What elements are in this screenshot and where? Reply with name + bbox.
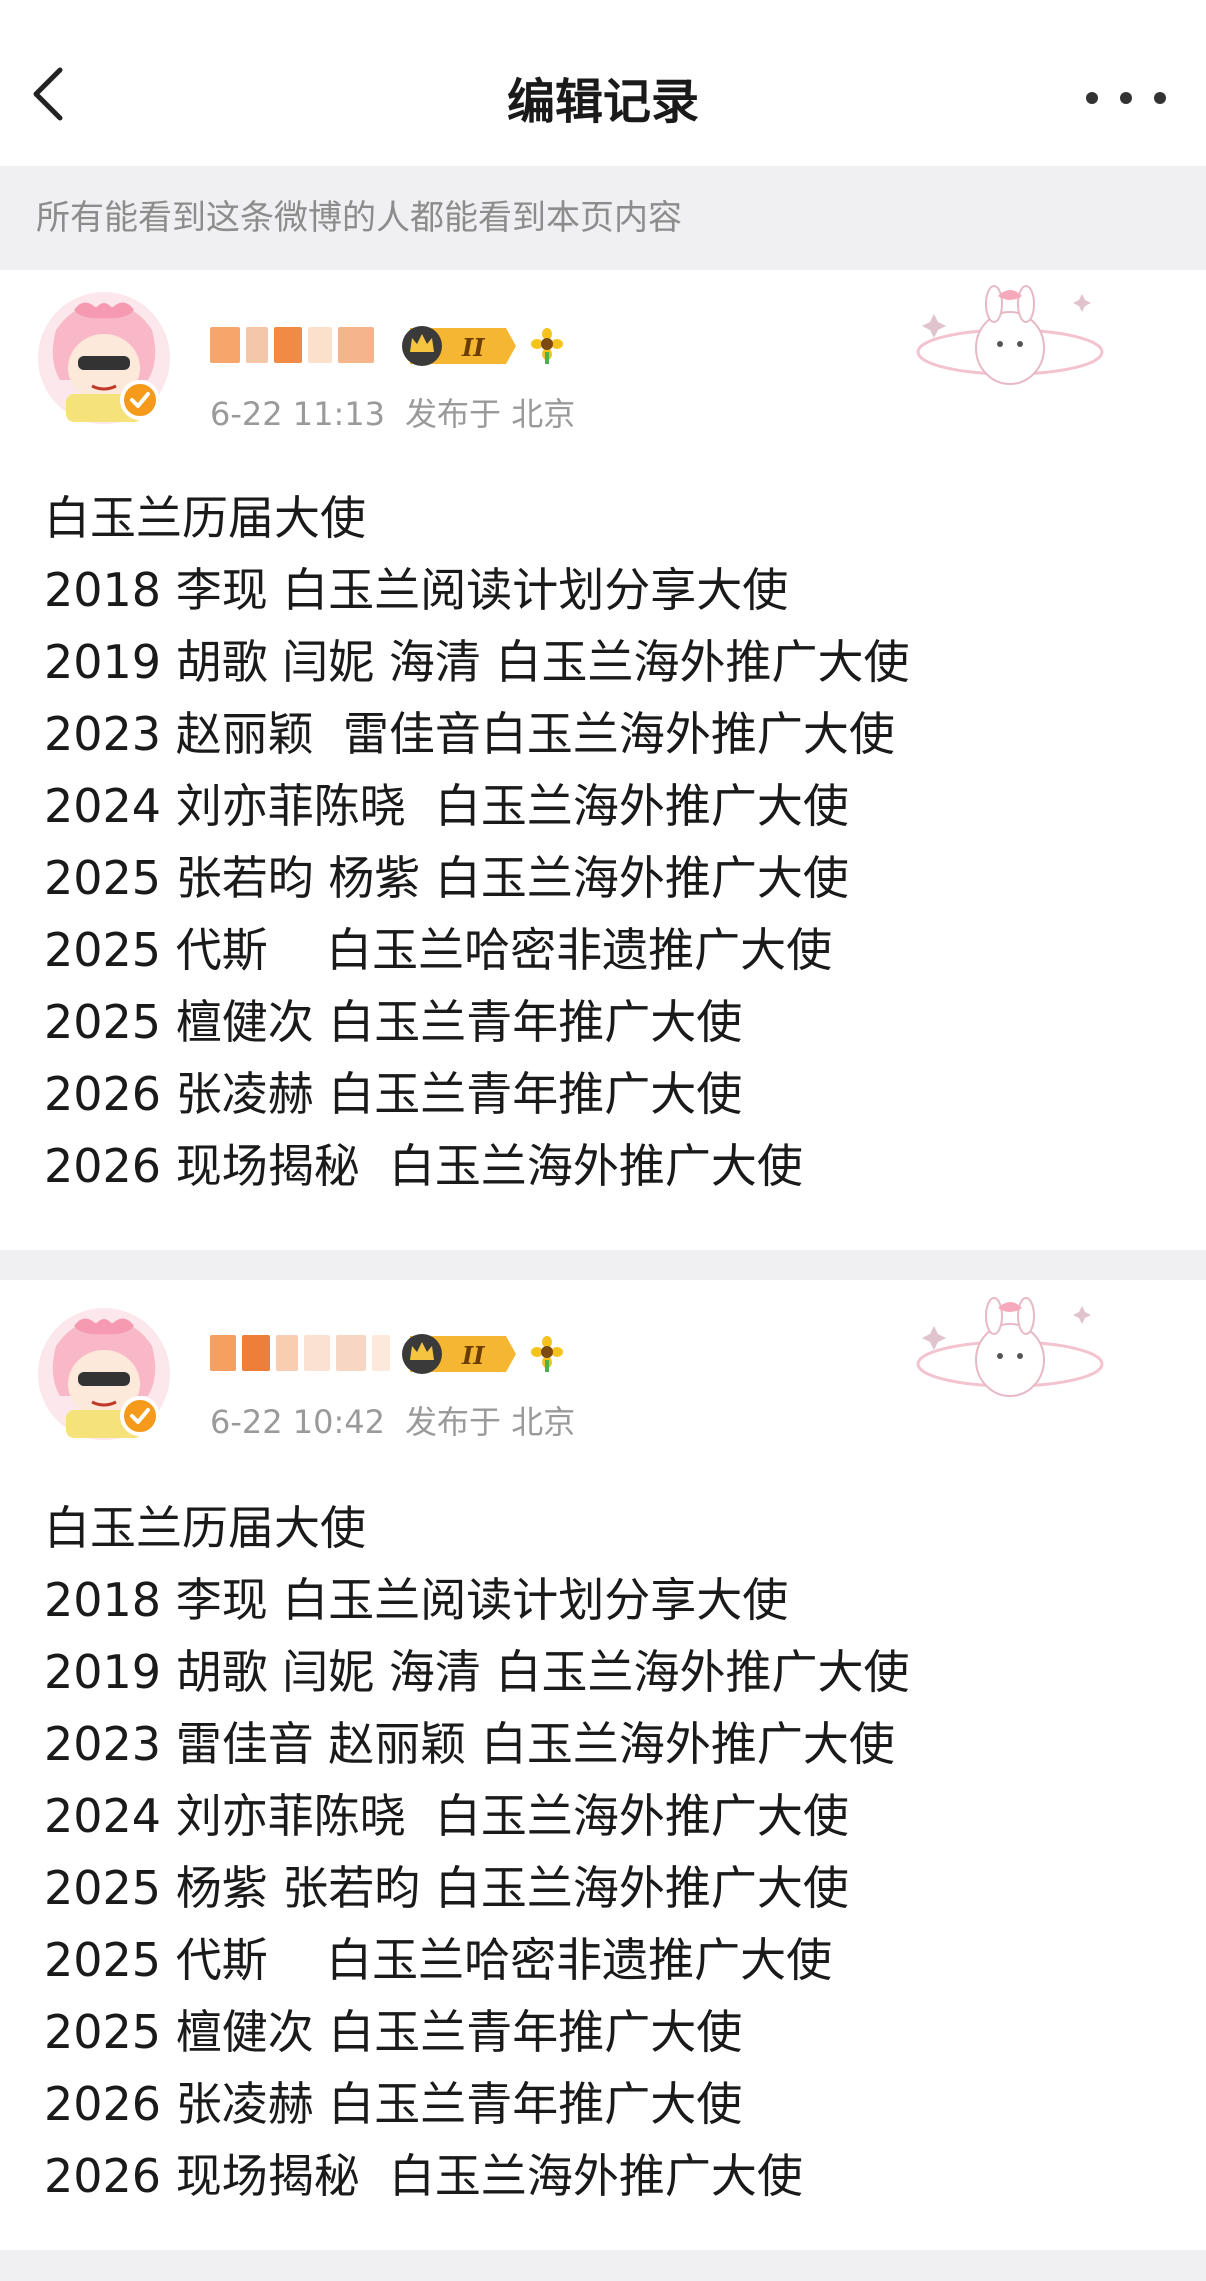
content-line: 2023 赵丽颖 雷佳音白玉兰海外推广大使 [44,707,895,761]
content-line: 2018 李现 白玉兰阅读计划分享大使 [44,563,789,617]
avatar[interactable] [36,290,172,426]
crown-level-badge-icon: II [402,1334,516,1374]
sunflower-icon [531,328,563,364]
bunny-decoration-icon [916,1297,1104,1397]
page-title: 编辑记录 [506,74,699,130]
post-meta: 6-22 10:42 发布于 北京 [210,1400,575,1444]
content-line: 2026 张凌赫 白玉兰青年推广大使 [44,2077,743,2131]
content-line: 2025 檀健次 白玉兰青年推广大使 [44,2005,743,2059]
more-horizontal-icon [1086,92,1098,104]
content-line: 2019 胡歌 闫妮 海清 白玉兰海外推广大使 [44,635,910,689]
svg-text:II: II [461,333,485,362]
content-line: 2025 代斯 白玉兰哈密非遗推广大使 [44,1933,833,1987]
content-line: 2025 檀健次 白玉兰青年推广大使 [44,995,743,1049]
sunflower-icon [531,1336,563,1372]
visibility-notice-text: 所有能看到这条微博的人都能看到本页内容 [36,198,682,238]
content-line: 2024 刘亦菲陈晓 白玉兰海外推广大使 [44,1789,849,1843]
post-content: 白玉兰历届大使 2018 李现 白玉兰阅读计划分享大使 2019 胡歌 闫妮 海… [44,482,1184,1202]
navigation-bar: 编辑记录 [0,0,1206,166]
content-line: 2025 张若昀 杨紫 白玉兰海外推广大使 [44,851,849,905]
edit-record-card: II 6-22 11:13 发布于 北京 白玉兰历届大使 2018 李现 白玉兰阅… [0,270,1206,1250]
crown-level-badge-icon: II [402,326,516,366]
content-line: 2018 李现 白玉兰阅读计划分享大使 [44,1573,789,1627]
post-time: 6-22 11:13 [210,395,386,433]
content-line: 2023 雷佳音 赵丽颖 白玉兰海外推广大使 [44,1717,895,1771]
post-location: 发布于 北京 [405,395,576,433]
content-line: 2026 张凌赫 白玉兰青年推广大使 [44,1067,743,1121]
more-button[interactable] [1086,86,1166,110]
avatar[interactable] [36,1306,172,1442]
content-line: 白玉兰历届大使 [44,491,366,545]
post-meta: 6-22 11:13 发布于 北京 [210,392,575,436]
card-divider [0,1250,1206,1280]
content-line: 2019 胡歌 闫妮 海清 白玉兰海外推广大使 [44,1645,910,1699]
post-location: 发布于 北京 [405,1403,576,1441]
content-line: 2025 代斯 白玉兰哈密非遗推广大使 [44,923,833,977]
content-line: 2026 现场揭秘 白玉兰海外推广大使 [44,1139,803,1193]
username-redacted[interactable] [210,1328,390,1378]
content-line: 2026 现场揭秘 白玉兰海外推广大使 [44,2149,803,2203]
edit-record-card: II 6-22 10:42 发布于 北京 白玉兰历届大使 2018 李现 白玉兰阅… [0,1280,1206,2250]
content-line: 2025 杨紫 张若昀 白玉兰海外推广大使 [44,1861,849,1915]
visibility-notice-bar: 所有能看到这条微博的人都能看到本页内容 [0,166,1206,270]
content-line: 白玉兰历届大使 [44,1501,366,1555]
username-redacted[interactable] [210,320,374,370]
card-divider [0,2250,1206,2281]
bunny-decoration-icon [916,285,1104,385]
content-line: 2024 刘亦菲陈晓 白玉兰海外推广大使 [44,779,849,833]
post-content: 白玉兰历届大使 2018 李现 白玉兰阅读计划分享大使 2019 胡歌 闫妮 海… [44,1492,1184,2212]
svg-text:II: II [461,1341,485,1370]
post-time: 6-22 10:42 [210,1403,386,1441]
